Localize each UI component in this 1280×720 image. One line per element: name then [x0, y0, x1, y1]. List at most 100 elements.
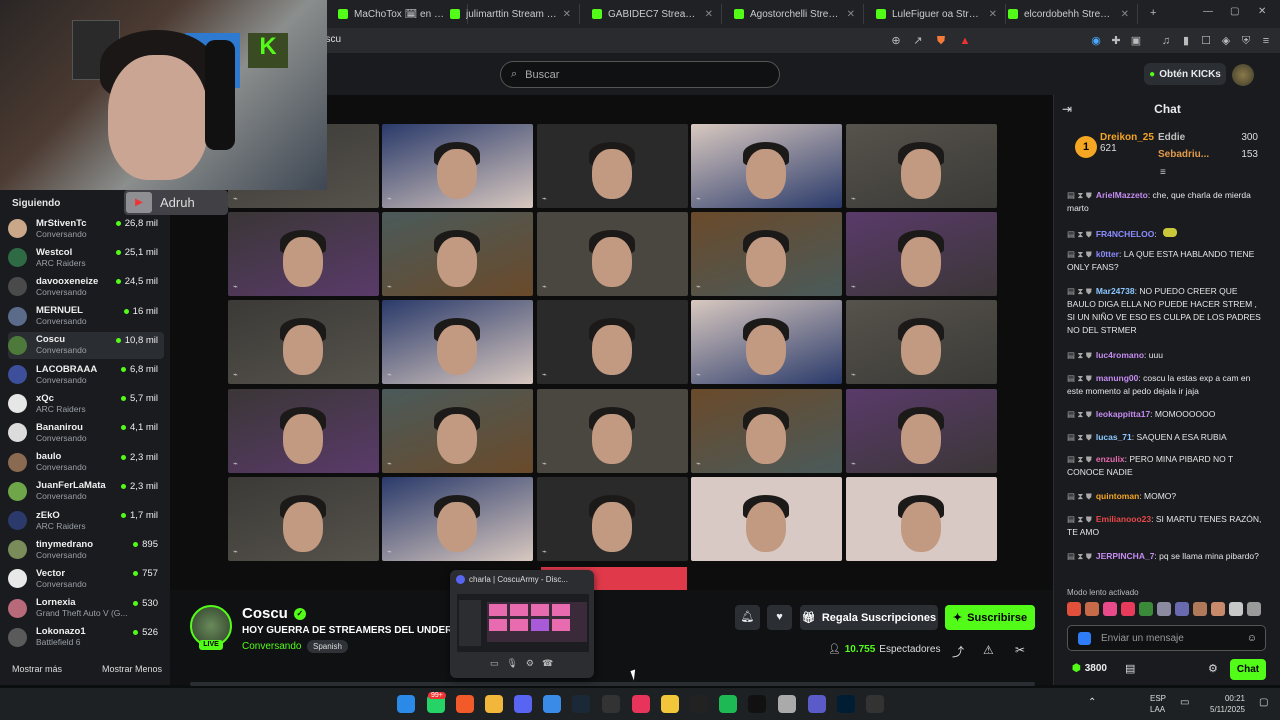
- get-kicks-button[interactable]: ● Obtén KICKs: [1144, 63, 1226, 85]
- sidebar-icon[interactable]: ▮: [1178, 33, 1194, 49]
- discord-preview-thumbnail[interactable]: [457, 594, 589, 652]
- stream-category[interactable]: Conversando: [242, 641, 301, 652]
- terminal-icon[interactable]: [602, 695, 620, 713]
- chat-username[interactable]: quintoman: [1096, 491, 1139, 501]
- epic-icon[interactable]: [866, 695, 884, 713]
- followed-channel[interactable]: MrStivenTc Conversando 26,8 mil: [8, 215, 164, 242]
- tiktok-icon[interactable]: [632, 695, 650, 713]
- browser-tab[interactable]: GABIDEC7 Stream - Watch Live ✕: [584, 4, 722, 24]
- followed-channel[interactable]: Coscu Conversando 10,8 mil: [8, 331, 164, 359]
- new-tab-icon[interactable]: +: [1150, 7, 1156, 19]
- subscribe-button[interactable]: ✦ Suscribirse: [945, 605, 1035, 630]
- emote-icon[interactable]: [1103, 602, 1117, 616]
- followed-channel[interactable]: zEkO ARC Raiders 1,7 mil: [8, 507, 164, 534]
- emoji-icon[interactable]: ☺: [1247, 633, 1257, 644]
- collapse-chat-icon[interactable]: ⇥: [1062, 102, 1072, 116]
- chat-message-input[interactable]: Enviar un mensaje ☺: [1067, 625, 1266, 651]
- chat-username[interactable]: enzulix: [1096, 454, 1125, 464]
- page-scrollbar[interactable]: [190, 682, 1035, 686]
- followed-channel[interactable]: Bananirou Conversando 4,1 mil: [8, 419, 164, 446]
- maximize-icon[interactable]: ▢: [1230, 6, 1239, 17]
- photoshop-icon[interactable]: [837, 695, 855, 713]
- spotify-icon[interactable]: [719, 695, 737, 713]
- followed-channel[interactable]: Vector Conversando 757: [8, 565, 164, 592]
- browser-tab[interactable]: elcordobehh Stream - Watch L ✕: [1000, 4, 1138, 24]
- send-chat-button[interactable]: Chat: [1230, 659, 1266, 680]
- capcut-icon[interactable]: [690, 695, 708, 713]
- browser-tab[interactable]: Agostorchelli Stream - Watch L ✕: [726, 4, 864, 24]
- steam-icon[interactable]: [572, 695, 590, 713]
- brave-shield-icon[interactable]: ⛊: [933, 33, 949, 49]
- brave-rewards-icon[interactable]: ▲: [957, 33, 973, 49]
- browser-tab[interactable]: LuleFiguer oa Stream - Watch L ✕: [868, 4, 1006, 24]
- tiktok-app-icon[interactable]: [748, 695, 766, 713]
- followed-channel[interactable]: tinymedrano Conversando 895: [8, 536, 164, 563]
- followed-channel[interactable]: LACOBRAAA Conversando 6,8 mil: [8, 361, 164, 388]
- gift-subs-button[interactable]: 🎁︎ Regala Suscripciones: [800, 605, 938, 630]
- zoom-icon[interactable]: ⊕: [888, 33, 904, 49]
- top-gifter[interactable]: Dreikon_25 621: [1100, 132, 1155, 154]
- system-clock[interactable]: 00:21 5/11/2025: [1210, 693, 1245, 715]
- bell-icon[interactable]: 🔔︎: [735, 605, 760, 630]
- followed-channel[interactable]: xQc ARC Raiders 5,7 mil: [8, 390, 164, 417]
- chrome-icon[interactable]: [778, 695, 796, 713]
- emote-icon[interactable]: [1067, 602, 1081, 616]
- vpn-icon[interactable]: ⛨: [1238, 33, 1254, 49]
- tab-close-icon[interactable]: ✕: [1121, 9, 1129, 20]
- emote-icon[interactable]: [1157, 602, 1171, 616]
- clip-icon[interactable]: ✂: [1015, 643, 1025, 657]
- tab-close-icon[interactable]: ✕: [847, 9, 855, 20]
- expand-icon[interactable]: ≡: [1160, 167, 1166, 178]
- channel-points[interactable]: ⬢ 3800: [1072, 663, 1107, 674]
- file-explorer-icon[interactable]: [485, 695, 503, 713]
- photos-icon[interactable]: [543, 695, 561, 713]
- chat-username[interactable]: leokappitta17: [1096, 409, 1150, 419]
- wallet-icon[interactable]: ◈: [1218, 33, 1234, 49]
- extension-icon[interactable]: ◉: [1088, 33, 1104, 49]
- chat-username[interactable]: lucas_71: [1096, 432, 1132, 442]
- chat-username[interactable]: FR4NCHELOO: [1096, 229, 1155, 239]
- emote-icon[interactable]: [1121, 602, 1135, 616]
- screenshot-icon[interactable]: ▣: [1128, 33, 1144, 49]
- emote-icon[interactable]: [1085, 602, 1099, 616]
- windows-start-icon[interactable]: [397, 695, 415, 713]
- emote-icon[interactable]: [1175, 602, 1189, 616]
- chat-username[interactable]: Mar24738: [1096, 286, 1135, 296]
- chat-username[interactable]: luc4romano: [1096, 350, 1144, 360]
- search-input[interactable]: ⌕ Buscar: [500, 61, 780, 88]
- network-icon[interactable]: ▭: [1180, 697, 1189, 708]
- report-icon[interactable]: ⚠: [983, 643, 994, 657]
- followed-channel[interactable]: Westcol ARC Raiders 25,1 mil: [8, 244, 164, 271]
- followed-channel[interactable]: JuanFerLaMata Conversando 2,3 mil: [8, 478, 164, 505]
- music-icon[interactable]: ♫: [1158, 33, 1174, 49]
- tab-close-icon[interactable]: ✕: [989, 9, 997, 20]
- heart-icon[interactable]: ♥: [767, 605, 792, 630]
- show-more-link[interactable]: Mostrar más: [12, 664, 62, 674]
- discord-icon[interactable]: [514, 695, 532, 713]
- followed-channel[interactable]: davooxeneize Conversando 24,5 mil: [8, 273, 164, 300]
- app-icon[interactable]: [661, 695, 679, 713]
- tab-close-icon[interactable]: ✕: [705, 9, 713, 20]
- tab-close-icon[interactable]: ✕: [563, 9, 571, 20]
- chat-username[interactable]: ArielMazzeto: [1096, 190, 1148, 200]
- share-icon[interactable]: ↗: [910, 33, 926, 49]
- discord-controls[interactable]: ▭🎙︎⚙☎: [490, 658, 561, 669]
- brave-icon[interactable]: [456, 695, 474, 713]
- close-window-icon[interactable]: ✕: [1258, 6, 1266, 17]
- puzzle-icon[interactable]: ✚: [1108, 33, 1124, 49]
- chat-username[interactable]: k0tter: [1096, 249, 1119, 259]
- top-gifter[interactable]: Sebadriu... 153: [1158, 149, 1258, 160]
- followed-channel[interactable]: MERNUEL Conversando 16 mil: [8, 303, 164, 330]
- browser-tab[interactable]: julimarttin Stream - Watch Live ✕: [442, 4, 580, 24]
- top-gifter[interactable]: Eddie 300: [1158, 132, 1258, 143]
- minimize-icon[interactable]: —: [1203, 6, 1213, 17]
- chat-username[interactable]: JERPINCHA_7: [1096, 551, 1155, 561]
- emote-icon[interactable]: [1247, 602, 1261, 616]
- emote-icon[interactable]: [1229, 602, 1243, 616]
- followed-channel[interactable]: baulo Conversando 2,3 mil: [8, 449, 164, 476]
- followed-channel[interactable]: Lokonazo1 Battlefield 6 526: [8, 624, 164, 651]
- notification-icon[interactable]: ▢: [1259, 697, 1268, 708]
- emote-bar[interactable]: [1067, 602, 1267, 618]
- obs-icon[interactable]: [808, 695, 826, 713]
- share-icon[interactable]: ⤴: [952, 643, 964, 660]
